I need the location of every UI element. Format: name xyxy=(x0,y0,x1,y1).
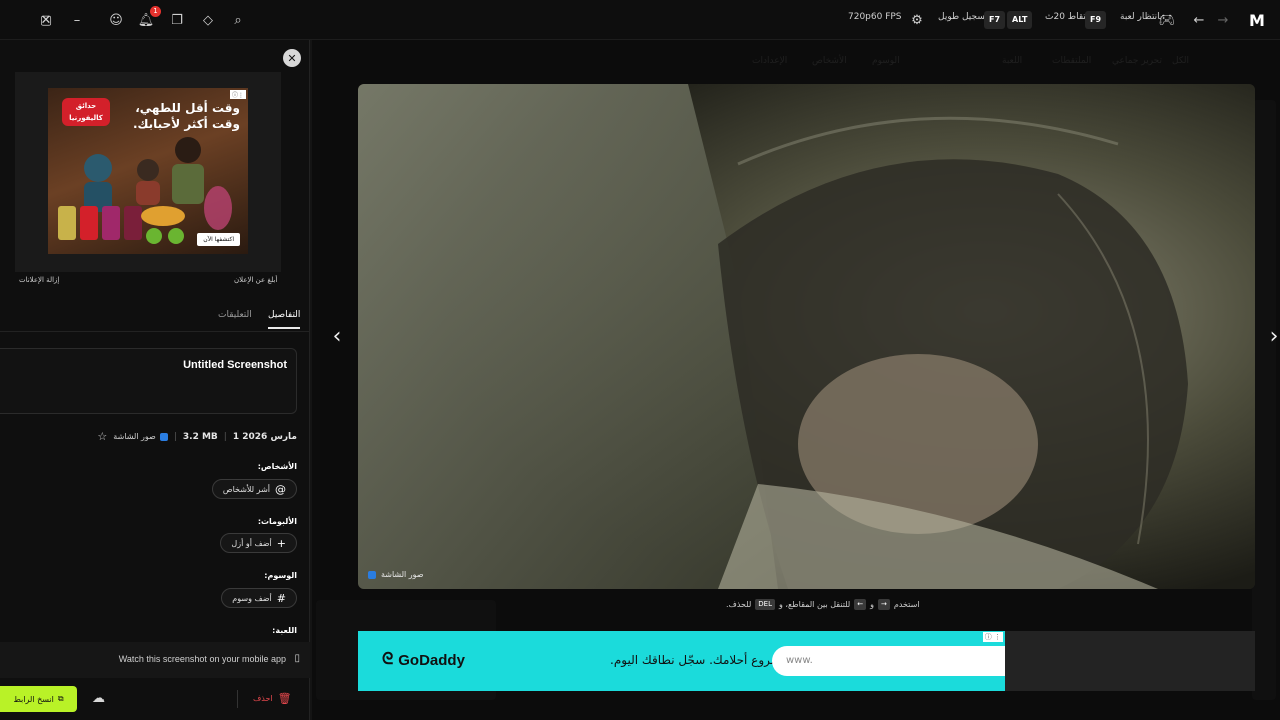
godaddy-banner-ad[interactable]: ᘓ GoDaddy ابدأ مشروع أحلامك. سجّل نطاقك … xyxy=(358,631,1005,691)
title-bar: ✕ ▢ – ☺ 🔔︎ 1 ❐ ◇ ⌕ 720p60 FPS ⚙ تسجيل طوي… xyxy=(0,0,1280,40)
hotkey-f7: F7 xyxy=(984,11,1006,29)
settings-gear-icon[interactable]: ⚙ xyxy=(907,10,927,30)
divider: | xyxy=(223,431,227,442)
hash-icon: # xyxy=(276,591,286,605)
side-ad-container: حدائق كاليفورنيا وقت أقل للطهي، وقت أكثر… xyxy=(15,72,281,272)
details-panel: ✕ حدائق كاليفورنيا وقت أقل للطهي، وقت أك… xyxy=(0,40,310,720)
mobile-app-text: Watch this screenshot on your mobile app xyxy=(118,654,286,664)
divider: | xyxy=(173,431,177,442)
source-icon xyxy=(159,432,168,441)
domain-search-input[interactable]: www. xyxy=(772,646,1005,676)
long-record-label: تسجيل طويل xyxy=(938,12,988,22)
app-logo-icon: M xyxy=(1249,10,1265,30)
ad-banner-extension xyxy=(1005,631,1255,691)
forward-arrow-icon[interactable]: → xyxy=(1213,10,1233,30)
ad-cta-button[interactable]: اكتشفها الآن xyxy=(197,233,240,246)
add-tags-label: أضف وسوم xyxy=(232,593,272,603)
godaddy-logo-text: GoDaddy xyxy=(398,651,465,669)
tab-details[interactable]: التفاصيل xyxy=(268,310,301,329)
hint-use: استخدم xyxy=(893,600,920,609)
tag-people-label: أشر للأشخاص xyxy=(222,484,270,494)
screenshot-image[interactable]: صور الشاشة xyxy=(358,84,1255,589)
left-key-icon: ← xyxy=(854,599,867,610)
hotkey-alt: ALT xyxy=(1007,11,1033,29)
avatar-icon[interactable]: ☺ xyxy=(106,10,126,30)
panel-tabs: التفاصيل التعليقات xyxy=(0,302,310,332)
photo-art xyxy=(358,84,1255,589)
maximize-icon[interactable]: ▢ xyxy=(36,10,56,30)
plus-icon: + xyxy=(276,536,286,550)
delete-button[interactable]: 🗑︎ احذف xyxy=(253,692,292,705)
chat-icon[interactable]: ❐ xyxy=(167,10,187,30)
app-window: الكل تحرير جماعي الملتقطات اللعبة الوسوم… xyxy=(0,0,1280,720)
people-label: الأشخاص: xyxy=(257,462,297,471)
diamond-icon[interactable]: ◇ xyxy=(198,10,218,30)
meta-row: ☆ صور الشاشة | 3.2 MB | 1 مارس 2026 xyxy=(97,430,297,443)
panel-actions: ⧉ انسخ الرابط ☁ 🗑︎ احذف xyxy=(0,682,310,720)
ad-info-icon[interactable]: ⓘ⋮ xyxy=(229,90,246,99)
capture-date: 1 مارس 2026 xyxy=(232,431,297,442)
hint-nav: للتنقل بين المقاطع، و xyxy=(779,600,851,609)
delete-label: احذف xyxy=(253,694,273,703)
remove-ads-link[interactable]: إزالة الإعلانات xyxy=(19,276,59,284)
source-icon xyxy=(368,570,376,579)
file-size: 3.2 MB xyxy=(182,431,218,442)
photo-source-label: صور الشاشة xyxy=(381,570,424,579)
add-tags-button[interactable]: # أضف وسوم xyxy=(221,588,297,608)
side-ad-image[interactable]: حدائق كاليفورنيا وقت أقل للطهي، وقت أكثر… xyxy=(48,88,248,254)
at-icon: @ xyxy=(275,482,286,496)
screenshot-title[interactable]: Untitled Screenshot xyxy=(183,359,287,371)
trash-icon: 🗑︎ xyxy=(277,692,292,705)
adchoices-icon[interactable]: ⓘ ⋮ xyxy=(982,632,1003,642)
mobile-app-banner[interactable]: Watch this screenshot on your mobile app… xyxy=(0,642,310,678)
keyboard-hint: استخدم → و ← للتنقل بين المقاطع، و DEL ل… xyxy=(726,599,920,610)
add-album-button[interactable]: + أضف أو أزل xyxy=(220,533,297,553)
source-label: صور الشاشة xyxy=(113,432,156,441)
copy-link-button[interactable]: ⧉ انسخ الرابط xyxy=(0,686,77,712)
fps-indicator: 720p60 FPS xyxy=(848,12,902,22)
search-icon[interactable]: ⌕ xyxy=(228,10,248,30)
albums-label: الألبومات: xyxy=(257,517,297,526)
hint-and: و xyxy=(870,600,874,609)
hint-delete: للحذف. xyxy=(726,600,752,609)
tags-label: الوسوم: xyxy=(264,571,297,580)
back-arrow-icon[interactable]: ← xyxy=(1189,10,1209,30)
ad-art xyxy=(58,137,232,244)
next-chevron-icon[interactable]: › xyxy=(1262,322,1280,350)
previous-chevron-icon[interactable]: ‹ xyxy=(325,322,349,350)
divider xyxy=(237,690,238,708)
add-album-label: أضف أو أزل xyxy=(231,538,272,548)
del-key: DEL xyxy=(755,599,776,610)
favorite-star-icon[interactable]: ☆ xyxy=(97,430,107,443)
gamepad-icon: 🎮︎ xyxy=(1158,12,1176,28)
right-key-icon: → xyxy=(877,599,890,610)
godaddy-logo: ᘓ GoDaddy xyxy=(382,651,465,669)
godaddy-tagline: ابدأ مشروع أحلامك. سجّل نطاقك اليوم. xyxy=(610,653,808,667)
hotkey-f9: F9 xyxy=(1085,11,1107,29)
close-panel-icon[interactable]: ✕ xyxy=(283,49,301,67)
notification-count-badge: 1 xyxy=(150,6,161,17)
tag-people-button[interactable]: @ أشر للأشخاص xyxy=(211,479,297,499)
minimize-icon[interactable]: – xyxy=(67,10,87,30)
tab-comments[interactable]: التعليقات xyxy=(218,310,252,320)
phone-icon: ▯ xyxy=(294,653,300,664)
report-ad-link[interactable]: أبلغ عن الإعلان xyxy=(234,276,277,284)
godaddy-mark-icon: ᘓ xyxy=(382,651,394,668)
photo-source-caption: صور الشاشة xyxy=(368,570,424,579)
notifications-icon[interactable]: 🔔︎ 1 xyxy=(136,6,161,30)
copy-link-label: انسخ الرابط xyxy=(13,694,54,704)
copy-icon: ⧉ xyxy=(57,694,64,703)
title-field[interactable]: Untitled Screenshot xyxy=(0,348,297,414)
game-label: اللعبة: xyxy=(272,626,297,635)
cloud-upload-icon[interactable]: ☁ xyxy=(92,691,105,706)
source-tag: صور الشاشة xyxy=(113,432,168,441)
